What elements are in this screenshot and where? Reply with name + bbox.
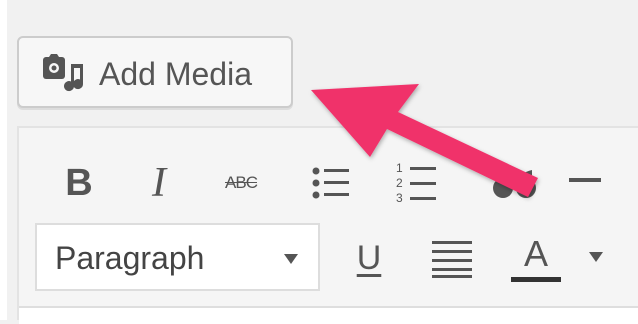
strikethrough-label: ABC [225, 173, 258, 192]
blockquote-icon [493, 170, 536, 198]
underline-label: U [356, 238, 382, 277]
underline-button[interactable]: U [349, 235, 389, 281]
bold-label: B [65, 161, 93, 204]
add-media-label: Add Media [99, 56, 252, 92]
editor-content-area[interactable] [19, 306, 638, 324]
justify-icon [432, 241, 472, 278]
horizontal-rule-icon [569, 178, 601, 182]
dropdown-arrow-icon [284, 254, 298, 264]
numbered-list-button[interactable]: 1 2 3 [395, 158, 439, 208]
numbered-list-icon: 1 2 3 [396, 161, 436, 205]
bullet-list-icon [312, 167, 349, 199]
svg-text:3: 3 [396, 191, 403, 205]
italic-button[interactable]: I [139, 160, 179, 206]
dropdown-arrow-icon [589, 252, 603, 262]
format-select[interactable]: Paragraph [35, 223, 320, 291]
text-color-button[interactable]: A [507, 231, 565, 285]
svg-text:2: 2 [396, 176, 403, 190]
strikethrough-button[interactable]: ABC [215, 168, 267, 198]
blockquote-button[interactable] [489, 166, 541, 202]
text-color-dropdown[interactable] [585, 248, 607, 266]
editor-toolbar: B I ABC 1 2 3 Paragraph U A [17, 126, 638, 324]
add-media-icon [43, 54, 84, 92]
left-strip [0, 0, 7, 320]
bold-button[interactable]: B [59, 161, 99, 205]
horizontal-rule-button[interactable] [567, 176, 603, 184]
add-media-button[interactable]: Add Media [17, 36, 293, 108]
bullet-list-button[interactable] [309, 161, 353, 205]
svg-text:1: 1 [396, 161, 403, 175]
format-select-value: Paragraph [55, 240, 205, 276]
text-color-swatch [511, 276, 561, 282]
text-color-label: A [523, 232, 548, 274]
justify-button[interactable] [429, 235, 475, 281]
italic-label: I [152, 160, 166, 206]
